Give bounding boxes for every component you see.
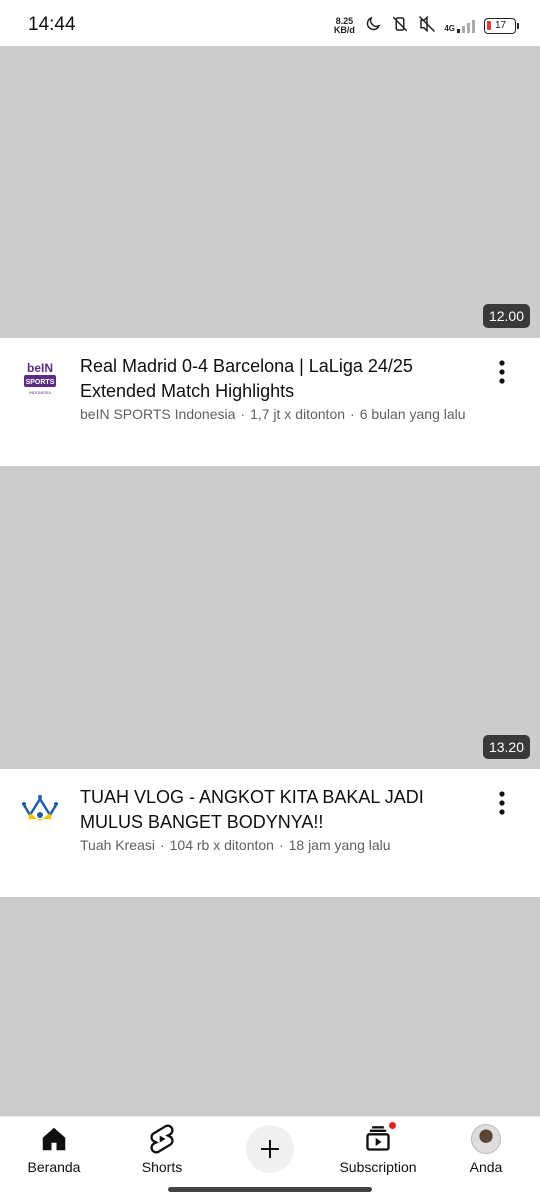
video-details[interactable]: beIN SPORTS INDONESIA Real Madrid 0-4 Ba… xyxy=(0,338,540,466)
more-vert-icon xyxy=(499,360,505,384)
video-title[interactable]: TUAH VLOG - ANGKOT KITA BAKAL JADI MULUS… xyxy=(80,785,460,835)
view-count: 104 rb x ditonton xyxy=(169,837,274,853)
video-duration: 13.20 xyxy=(482,735,530,759)
nav-shorts-label: Shorts xyxy=(141,1159,183,1175)
create-button[interactable] xyxy=(246,1125,294,1173)
channel-name[interactable]: Tuah Kreasi xyxy=(80,837,155,853)
video-thumbnail[interactable]: 13.20 xyxy=(0,466,540,769)
upload-age: 6 bulan yang lalu xyxy=(359,406,466,422)
battery-icon: 17 xyxy=(484,18,519,34)
video-duration: 12.00 xyxy=(482,304,530,328)
status-icons: 8.25 KB/d 4G 17 xyxy=(332,14,519,38)
vibrate-off-icon xyxy=(390,15,410,38)
crown-logo-icon[interactable] xyxy=(20,789,60,829)
svg-text:SPORTS: SPORTS xyxy=(26,379,55,386)
moon-icon xyxy=(364,15,382,38)
shorts-icon xyxy=(146,1123,178,1155)
svg-text:INDONESIA: INDONESIA xyxy=(29,390,51,395)
home-icon xyxy=(38,1123,70,1155)
upload-age: 18 jam yang lalu xyxy=(288,837,391,853)
bein-sports-logo-icon[interactable]: beIN SPORTS INDONESIA xyxy=(20,358,60,398)
more-options-button[interactable] xyxy=(488,358,516,386)
view-count: 1,7 jt x ditonton xyxy=(250,406,346,422)
video-thumbnail[interactable] xyxy=(0,897,540,1127)
profile-avatar-icon xyxy=(470,1123,502,1155)
video-details[interactable]: TUAH VLOG - ANGKOT KITA BAKAL JADI MULUS… xyxy=(0,769,540,897)
network-speed: 8.25 KB/d xyxy=(333,16,355,35)
notification-dot xyxy=(388,1121,397,1130)
svg-text:beIN: beIN xyxy=(27,361,53,375)
signal-icon: 4G xyxy=(444,19,476,33)
plus-icon xyxy=(261,1140,279,1158)
home-indicator[interactable] xyxy=(168,1187,372,1192)
nav-subscription-label: Subscription xyxy=(339,1159,417,1175)
video-thumbnail[interactable]: 12.00 xyxy=(0,46,540,338)
youtube-home-screen: 14:44 8.25 KB/d 4G 17 12.00 beIN SPORTS … xyxy=(0,0,540,1200)
nav-you-label: Anda xyxy=(469,1159,503,1175)
more-vert-icon xyxy=(499,791,505,815)
more-options-button[interactable] xyxy=(488,789,516,817)
video-feed: 12.00 beIN SPORTS INDONESIA Real Madrid … xyxy=(0,46,540,1127)
video-meta: beIN SPORTS Indonesia · 1,7 jt x ditonton ·… xyxy=(80,406,466,422)
channel-name[interactable]: beIN SPORTS Indonesia xyxy=(80,406,235,422)
nav-you[interactable]: Anda xyxy=(432,1123,540,1175)
nav-home[interactable]: Beranda xyxy=(0,1123,108,1175)
status-time: 14:44 xyxy=(28,14,76,35)
avatar xyxy=(471,1124,501,1154)
nav-home-label: Beranda xyxy=(27,1159,81,1175)
nav-shorts[interactable]: Shorts xyxy=(108,1123,216,1175)
subscriptions-icon xyxy=(362,1121,397,1155)
wifi-alarm-icon xyxy=(418,14,436,38)
status-bar: 14:44 8.25 KB/d 4G 17 xyxy=(0,0,540,46)
video-title[interactable]: Real Madrid 0-4 Barcelona | LaLiga 24/25… xyxy=(80,354,460,404)
nav-subscription[interactable]: Subscription xyxy=(324,1121,432,1175)
video-meta: Tuah Kreasi · 104 rb x ditonton · 18 jam yan… xyxy=(80,837,391,853)
